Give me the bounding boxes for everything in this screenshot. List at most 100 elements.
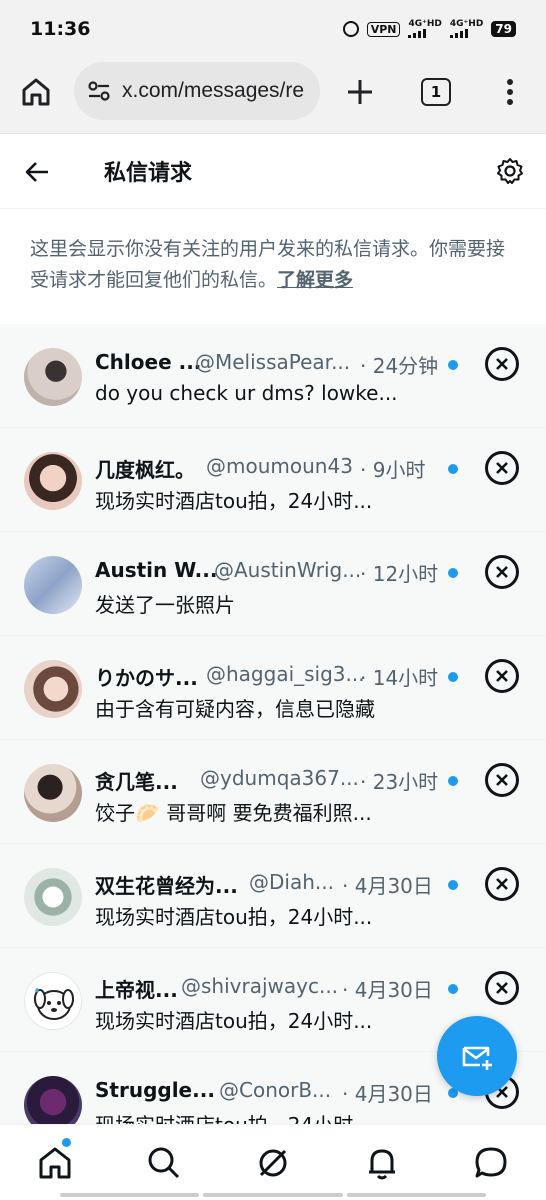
page-header: 私信请求 — [0, 135, 546, 209]
message-time: · 14小时 — [360, 666, 439, 690]
new-message-button[interactable] — [437, 1016, 517, 1096]
message-preview: 现场实时酒店tou拍，24小时... — [95, 905, 373, 929]
unread-indicator — [448, 464, 458, 474]
sender-name: 贪几笔... — [95, 770, 178, 794]
grok-icon[interactable] — [255, 1145, 291, 1181]
more-vert-icon[interactable] — [500, 76, 520, 108]
x-mark-icon — [496, 566, 508, 578]
close-circle-icon[interactable] — [485, 659, 519, 693]
alarm-icon — [342, 21, 359, 37]
sender-handle: @Diah... — [249, 870, 334, 894]
message-preview: 现场实时酒店tou拍，24小时... — [95, 1109, 372, 1124]
signal-1: 4G⁺HD — [408, 19, 442, 38]
search-icon[interactable] — [146, 1145, 182, 1181]
request-row[interactable]: 双生花曾经为... @Diah... · 4月30日 现场实时酒店tou拍，24… — [0, 844, 546, 948]
message-preview: 现场实时酒店tou拍，24小时... — [95, 489, 373, 513]
unread-indicator — [448, 880, 458, 890]
message-time: · 12小时 — [360, 562, 439, 586]
close-circle-icon[interactable] — [485, 555, 519, 589]
sender-handle: @MelissaPear... — [195, 350, 351, 374]
avatar[interactable] — [24, 972, 82, 1030]
unread-indicator — [448, 568, 458, 578]
gear-icon[interactable] — [496, 157, 524, 185]
avatar[interactable] — [24, 868, 82, 926]
messages-icon[interactable] — [473, 1145, 509, 1181]
status-icons: VPN 4G⁺HD 4G⁺HD 79 — [342, 19, 516, 38]
x-mark-icon — [496, 358, 508, 370]
sender-handle: @shivrajwayc... — [181, 974, 339, 998]
x-mark-icon — [496, 878, 508, 890]
status-time: 11:36 — [30, 18, 91, 40]
request-row[interactable]: Austin W... @AustinWrig... · 12小时 发送了一张照… — [0, 532, 546, 636]
message-preview: 现场实时酒店tou拍，24小时... — [95, 1009, 373, 1033]
message-time: · 4月30日 — [342, 874, 433, 898]
sender-name: 上帝视... — [95, 978, 178, 1002]
sender-handle: @moumoun43 — [206, 454, 353, 478]
plus-icon[interactable] — [344, 76, 376, 108]
sender-handle: @ConorB... — [219, 1078, 332, 1102]
avatar[interactable] — [24, 556, 82, 614]
sender-name: Chloee ... — [95, 350, 202, 374]
signal-bars-icon — [449, 29, 468, 38]
message-time: · 4月30日 — [342, 1082, 433, 1106]
avatar[interactable] — [24, 452, 82, 510]
sender-name: Struggle... — [95, 1078, 215, 1102]
dog-avatar-icon — [34, 988, 74, 1020]
request-row[interactable]: Chloee ... @MelissaPear... · 24分钟 do you… — [0, 324, 546, 428]
requests-notice: 这里会显示你没有关注的用户发来的私信请求。你需要接受请求才能回复他们的私信。了解… — [30, 234, 510, 296]
avatar[interactable] — [24, 1076, 82, 1124]
tune-icon[interactable] — [86, 78, 112, 104]
battery-indicator: 79 — [491, 21, 516, 37]
message-requests-list: Chloee ... @MelissaPear... · 24分钟 do you… — [0, 324, 546, 1124]
bottom-navigation — [0, 1124, 546, 1200]
sender-name: 双生花曾经为... — [95, 874, 238, 898]
x-mark-icon — [496, 774, 508, 786]
back-arrow-icon[interactable] — [24, 159, 50, 185]
sender-name: Austin W... — [95, 558, 218, 582]
message-preview: 由于含有可疑内容，信息已隐藏 — [95, 697, 375, 721]
avatar[interactable] — [24, 348, 82, 406]
x-mark-icon — [496, 982, 508, 994]
close-circle-icon[interactable] — [485, 347, 519, 381]
request-row[interactable]: りかのサ... @haggai_sig3... · 14小时 由于含有可疑内容，… — [0, 636, 546, 740]
close-circle-icon[interactable] — [485, 451, 519, 485]
close-circle-icon[interactable] — [485, 867, 519, 901]
network-label-1: 4G⁺HD — [408, 19, 442, 29]
sender-name: りかのサ... — [95, 666, 198, 690]
learn-more-link[interactable]: 了解更多 — [277, 269, 353, 291]
message-preview: do you check ur dms? lowke... — [95, 381, 398, 405]
page-title: 私信请求 — [104, 161, 193, 186]
sender-handle: @ydumqa367... — [200, 766, 359, 790]
home-icon[interactable] — [37, 1145, 73, 1181]
sender-handle: @haggai_sig3... — [206, 662, 365, 686]
status-bar: 11:36 VPN 4G⁺HD 4G⁺HD 79 — [0, 0, 546, 58]
home-icon[interactable] — [20, 76, 52, 108]
close-circle-icon[interactable] — [485, 971, 519, 1005]
signal-2: 4G⁺HD — [449, 20, 483, 38]
request-row[interactable]: 贪几笔... @ydumqa367... · 23小时 饺子🥟 哥哥啊 要免费福… — [0, 740, 546, 844]
sender-name: 几度枫红。 — [95, 458, 195, 482]
gesture-bar — [60, 1193, 486, 1197]
vpn-badge: VPN — [366, 21, 401, 37]
message-time: · 24分钟 — [360, 354, 439, 378]
tab-count: 1 — [430, 83, 442, 101]
close-circle-icon[interactable] — [485, 763, 519, 797]
avatar[interactable] — [24, 660, 82, 718]
browser-toolbar: x.com/messages/re 1 — [0, 58, 546, 134]
unread-indicator — [448, 672, 458, 682]
bell-icon[interactable] — [364, 1145, 400, 1181]
new-message-icon — [462, 1046, 492, 1070]
url-bar[interactable]: x.com/messages/re — [74, 62, 320, 120]
message-time: · 9小时 — [360, 458, 426, 482]
home-notification-dot — [62, 1138, 71, 1147]
x-mark-icon — [496, 670, 508, 682]
request-row[interactable]: 几度枫红。 @moumoun43 · 9小时 现场实时酒店tou拍，24小时..… — [0, 428, 546, 532]
message-time: · 23小时 — [360, 770, 439, 794]
message-time: · 4月30日 — [342, 978, 433, 1002]
avatar[interactable] — [24, 764, 82, 822]
notice-text: 这里会显示你没有关注的用户发来的私信请求。你需要接受请求才能回复他们的私信。 — [30, 238, 506, 291]
message-preview: 饺子🥟 哥哥啊 要免费福利照... — [95, 801, 372, 825]
signal-bars-icon — [408, 29, 427, 38]
tabs-icon[interactable]: 1 — [421, 78, 451, 106]
message-preview: 发送了一张照片 — [95, 593, 235, 617]
